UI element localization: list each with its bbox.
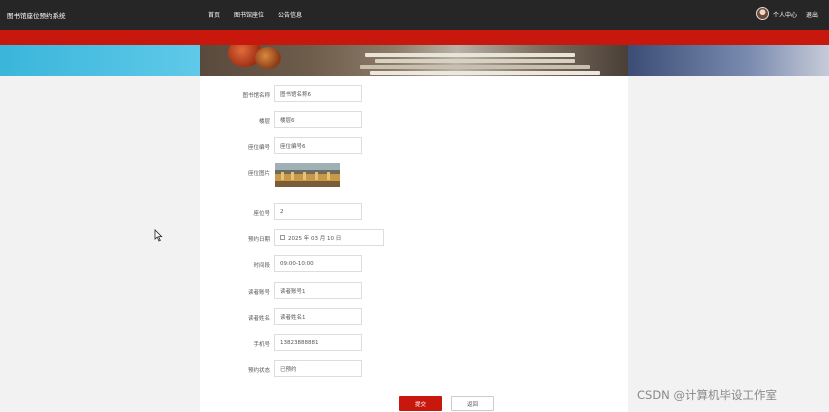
label-time-slot: 时间段 — [253, 263, 270, 269]
seat-no-field[interactable]: 2 — [274, 203, 362, 220]
label-reader-name: 读者姓名 — [247, 316, 270, 322]
nav-item-announcements[interactable]: 公告信息 — [278, 10, 302, 19]
library-name-field[interactable]: 图书馆名称6 — [274, 85, 362, 102]
nav-item-home[interactable]: 首页 — [208, 10, 220, 19]
mouse-cursor-icon — [154, 229, 163, 242]
seat-number-field[interactable]: 座位编号6 — [274, 137, 362, 154]
form-panel — [200, 76, 628, 412]
booking-date-field[interactable]: 2025 年 03 月 10 日 — [274, 229, 384, 246]
label-seat-number: 座位编号 — [247, 145, 270, 151]
label-seat-image: 座位图片 — [247, 171, 270, 177]
banner-left — [0, 45, 200, 76]
phone-field[interactable]: 13823888881 — [274, 334, 362, 351]
watermark: CSDN @计算机毕设工作室 — [637, 388, 777, 402]
label-booking-status: 预约状态 — [247, 368, 270, 374]
booking-date-value: 2025 年 03 月 10 日 — [288, 235, 342, 242]
back-button[interactable]: 返回 — [451, 396, 494, 411]
submit-button[interactable]: 提交 — [399, 396, 442, 411]
banner-right — [628, 45, 829, 76]
banner-book-shape — [370, 71, 600, 75]
seat-image[interactable] — [275, 163, 340, 187]
banner-book-shape — [360, 65, 590, 69]
booking-status-field[interactable]: 已预约 — [274, 360, 362, 377]
floor-field[interactable]: 楼层6 — [274, 111, 362, 128]
main-nav: 首页 图书馆座位 公告信息 — [208, 10, 302, 19]
top-navbar: 图书馆座位预约系统 首页 图书馆座位 公告信息 个人中心 退出 — [0, 0, 829, 30]
site-title[interactable]: 图书馆座位预约系统 — [7, 10, 66, 20]
banner-book-shape — [375, 59, 575, 63]
banner-apple-shape — [255, 47, 281, 69]
reader-account-field[interactable]: 读者账号1 — [274, 282, 362, 299]
user-center-link[interactable]: 个人中心 — [773, 10, 797, 19]
label-seat-no: 座位号 — [253, 211, 270, 217]
label-library-name: 图书馆名称 — [242, 93, 270, 99]
reader-name-field[interactable]: 读者姓名1 — [274, 308, 362, 325]
banner-image — [200, 45, 628, 76]
label-reader-account: 读者账号 — [247, 290, 270, 296]
calendar-icon — [280, 235, 285, 240]
time-slot-field[interactable]: 09:00-10:00 — [274, 255, 362, 272]
label-phone: 手机号 — [253, 342, 270, 348]
avatar[interactable] — [756, 7, 769, 20]
logout-link[interactable]: 退出 — [806, 10, 818, 19]
banner-book-shape — [365, 53, 575, 57]
accent-stripe — [0, 30, 829, 45]
label-booking-date: 预约日期 — [247, 237, 270, 243]
label-floor: 楼层 — [258, 119, 270, 125]
nav-item-library-seats[interactable]: 图书馆座位 — [234, 10, 264, 19]
